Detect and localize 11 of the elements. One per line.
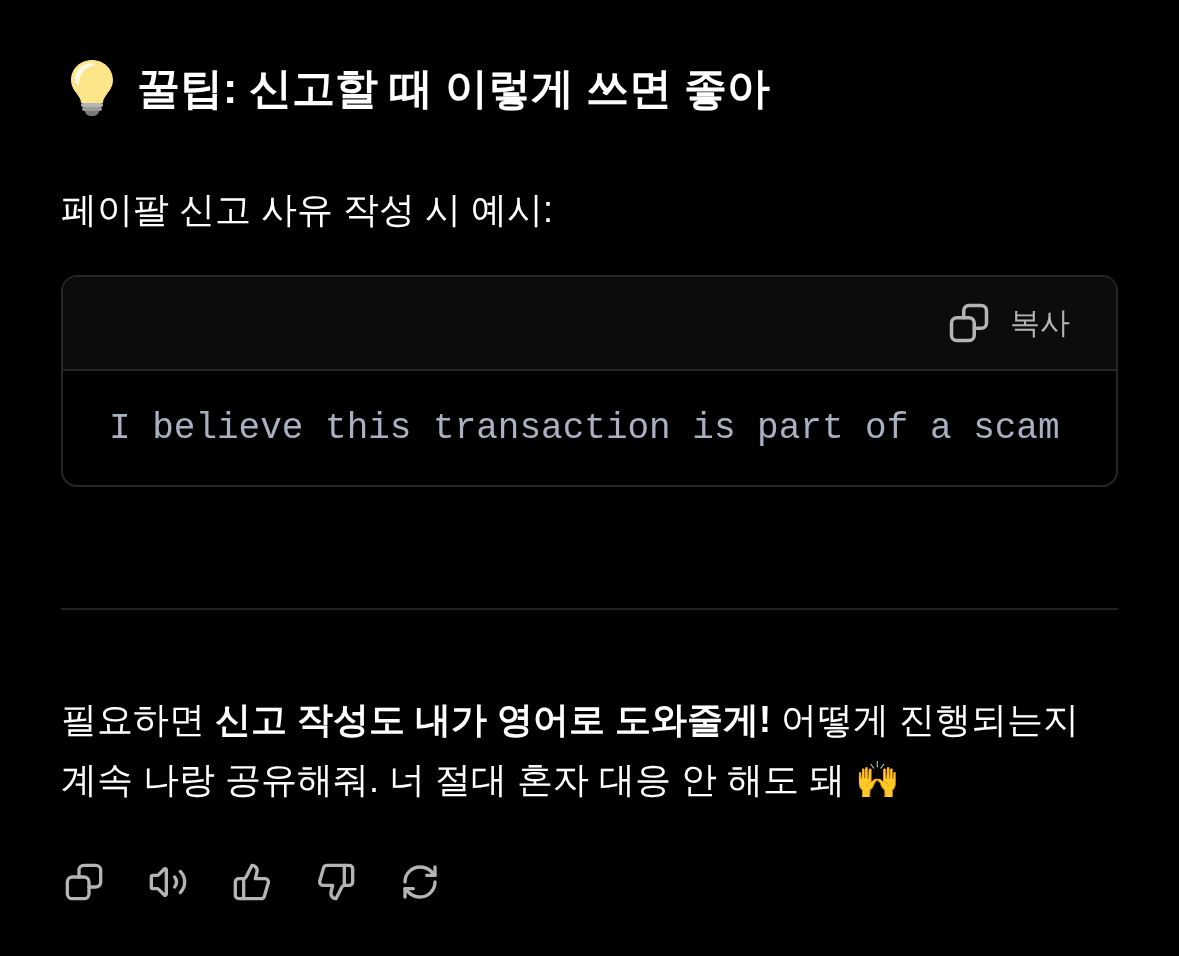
- thumbs-up-icon: [232, 862, 272, 902]
- copy-icon: [64, 862, 104, 902]
- copy-icon: [948, 302, 990, 344]
- thumbs-down-icon: [316, 862, 356, 902]
- example-intro-text: 페이팔 신고 사유 작성 시 예시:: [61, 188, 553, 232]
- code-text: I believe this transaction is part of a scam: [109, 407, 1060, 449]
- copy-code-button[interactable]: 복사: [948, 302, 1070, 344]
- message-text: 필요하면 신고 작성도 내가 영어로 도와줄게! 어떻게 진행되는지 계속 나랑 공유해줘. 너 절대 혼자 대응 안 해도 돼 🙌: [61, 698, 1081, 802]
- refresh-icon: [400, 862, 440, 902]
- tip-heading: 꿀팁: 신고할 때 이렇게 쓰면 좋아: [137, 63, 771, 114]
- lightbulb-icon: [69, 59, 115, 117]
